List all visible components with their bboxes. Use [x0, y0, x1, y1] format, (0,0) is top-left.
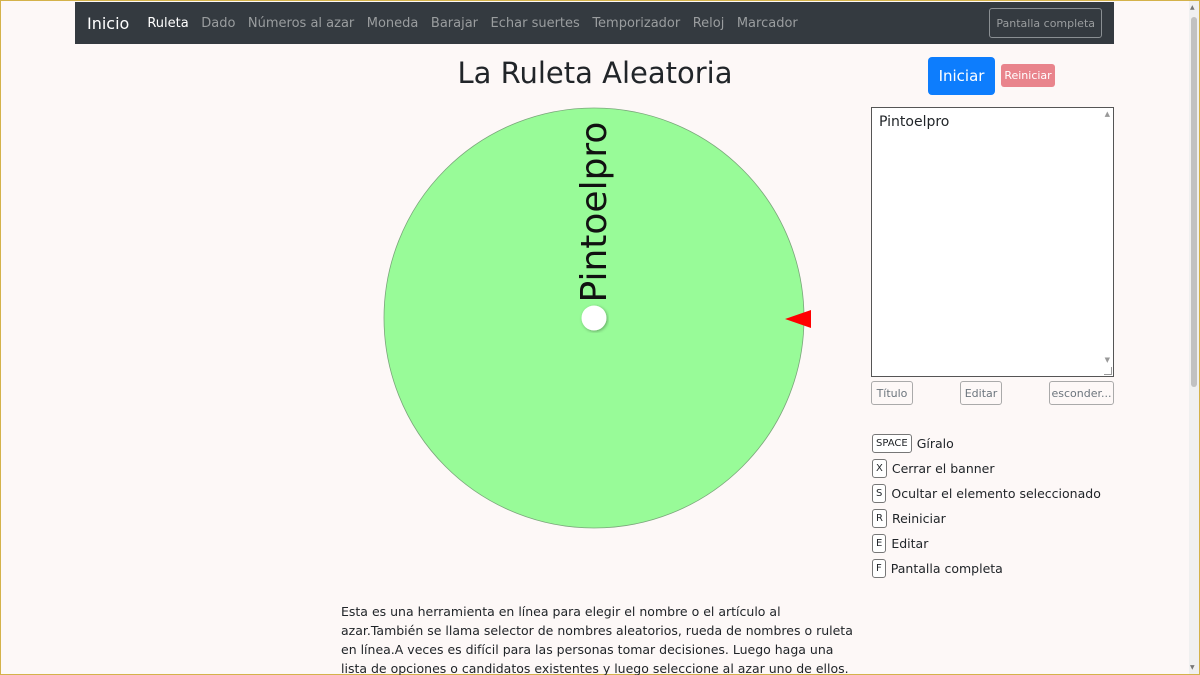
nav-item-dado[interactable]: Dado [201, 16, 235, 31]
shortcut-space: SPACE Gíralo [872, 434, 954, 453]
page-scrollbar[interactable]: ▲ ▼ [1189, 1, 1199, 674]
shortcut-label: Gíralo [916, 436, 954, 451]
resize-handle-icon[interactable] [1104, 367, 1112, 375]
shortcut-f: F Pantalla completa [872, 559, 1003, 578]
nav-item-marcador[interactable]: Marcador [737, 16, 798, 31]
nav-item-temporizador[interactable]: Temporizador [592, 16, 680, 31]
nav-item-moneda[interactable]: Moneda [367, 16, 419, 31]
description-text: Esta es una herramienta en línea para el… [341, 604, 853, 675]
nav-item-numeros[interactable]: Números al azar [248, 16, 354, 31]
key-f: F [872, 559, 886, 578]
page-title: La Ruleta Aleatoria [457, 56, 733, 90]
wheel-pointer-icon [785, 310, 811, 328]
shortcut-label: Cerrar el banner [891, 461, 995, 476]
key-r: R [872, 509, 887, 528]
shortcut-label: Ocultar el elemento seleccionado [891, 486, 1101, 501]
scroll-down-icon[interactable]: ▼ [1190, 664, 1195, 671]
key-e: E [872, 534, 887, 553]
nav-item-barajar[interactable]: Barajar [431, 16, 478, 31]
nav-item-echar-suertes[interactable]: Echar suertes [491, 16, 580, 31]
nav-item-reloj[interactable]: Reloj [693, 16, 725, 31]
nav-item-ruleta[interactable]: Ruleta [147, 16, 188, 31]
wheel-center-hub [581, 305, 607, 331]
fullscreen-button[interactable]: Pantalla completa [989, 8, 1102, 38]
shortcut-label: Pantalla completa [890, 561, 1003, 576]
scrollbar-thumb[interactable] [1191, 17, 1197, 387]
nav-brand-home[interactable]: Inicio [87, 14, 129, 33]
hide-button[interactable]: esconder... [1049, 381, 1114, 405]
edit-button[interactable]: Editar [960, 381, 1002, 405]
shortcut-x: X Cerrar el banner [872, 459, 995, 478]
title-button[interactable]: Título [871, 381, 913, 405]
scroll-up-icon[interactable]: ▲ [1105, 110, 1110, 118]
reset-button[interactable]: Reiniciar [1001, 64, 1055, 87]
roulette-wheel[interactable]: Pintoelpro [382, 107, 806, 531]
entries-text: Pintoelpro [879, 114, 950, 130]
shortcut-e: E Editar [872, 534, 928, 553]
key-space: SPACE [872, 434, 912, 453]
scroll-down-icon[interactable]: ▼ [1105, 356, 1110, 364]
shortcut-r: R Reiniciar [872, 509, 946, 528]
key-s: S [872, 484, 887, 503]
shortcut-s: S Ocultar el elemento seleccionado [872, 484, 1101, 503]
shortcut-label: Editar [891, 536, 929, 551]
wheel-segment-label: Pintoelpro [574, 122, 615, 303]
scroll-up-icon[interactable]: ▲ [1190, 4, 1195, 11]
shortcut-label: Reiniciar [891, 511, 946, 526]
key-x: X [872, 459, 887, 478]
start-button[interactable]: Iniciar [928, 57, 995, 95]
entries-textarea[interactable]: Pintoelpro ▲ ▼ [871, 107, 1114, 377]
wheel-graphic: Pintoelpro [383, 107, 805, 529]
top-navbar: Inicio Ruleta Dado Números al azar Moned… [75, 2, 1114, 44]
